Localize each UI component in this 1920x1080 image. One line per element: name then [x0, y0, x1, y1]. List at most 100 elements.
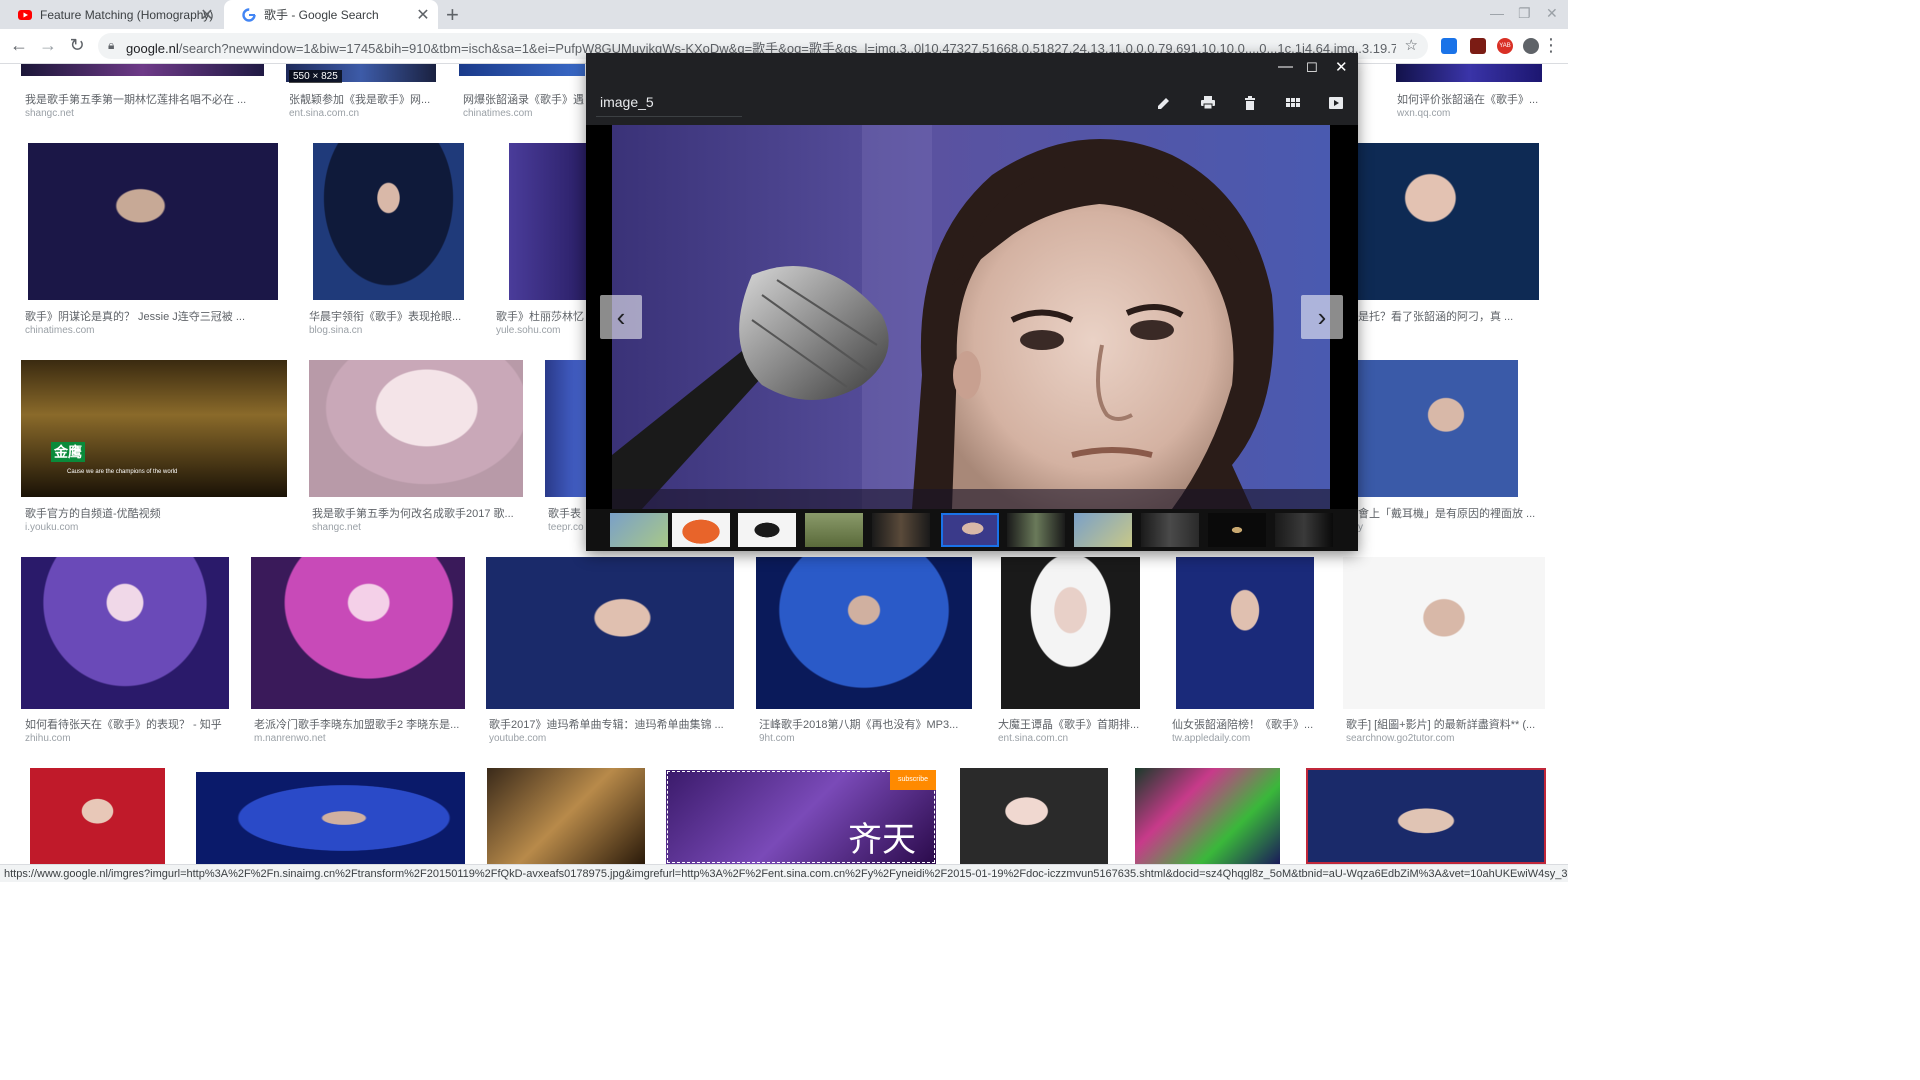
- image-caption[interactable]: 我是歌手第五季为何改名成歌手2017 歌...: [312, 505, 527, 521]
- image-thumbnail[interactable]: [1176, 557, 1314, 709]
- tab-title: 歌手 - Google Search: [264, 8, 379, 22]
- image-caption[interactable]: 歌手》杜丽莎林忆: [496, 308, 585, 324]
- viewer-titlebar[interactable]: — ☐ ✕: [586, 53, 1358, 83]
- strip-thumbnail[interactable]: [872, 513, 930, 547]
- extension-icon-yab[interactable]: YAB: [1497, 38, 1513, 54]
- image-caption[interactable]: 老派冷门歌手李晓东加盟歌手2 李晓东是...: [254, 716, 466, 732]
- lock-icon: 🔒︎: [108, 38, 115, 52]
- back-icon[interactable]: ←: [8, 35, 30, 56]
- print-icon[interactable]: [1200, 95, 1216, 111]
- restore-window-icon[interactable]: ❐: [1518, 5, 1531, 22]
- image-caption[interactable]: 歌手官方的自频道-优酷视频: [25, 505, 265, 521]
- minimize-window-icon[interactable]: —: [1490, 5, 1504, 21]
- extension-icon-1[interactable]: [1441, 38, 1457, 54]
- image-caption[interactable]: 會上「戴耳機」是有原因的裡面放 ...: [1358, 505, 1548, 521]
- image-thumbnail[interactable]: [1358, 360, 1518, 497]
- previous-image-button[interactable]: ‹: [600, 295, 642, 339]
- image-thumbnail[interactable]: 金鹰 Cause we are the champions of the wor…: [21, 360, 287, 497]
- google-icon: [242, 7, 256, 22]
- strip-thumbnail[interactable]: [805, 513, 863, 547]
- status-bar-url: https://www.google.nl/imgres?imgurl=http…: [0, 864, 1568, 882]
- image-caption[interactable]: 网爆张韶涵录《歌手》遇: [463, 91, 585, 107]
- image-caption[interactable]: 歌手] [組圖+影片] 的最新詳盡資料** (...: [1346, 716, 1546, 732]
- image-thumbnail[interactable]: [1306, 768, 1546, 864]
- image-thumbnail[interactable]: [1396, 64, 1542, 82]
- grid-icon[interactable]: [1285, 95, 1301, 111]
- strip-thumbnail[interactable]: [1074, 513, 1132, 547]
- menu-dots-icon[interactable]: ⋮: [1540, 35, 1562, 56]
- image-caption[interactable]: 华晨宇领衔《歌手》表现抢眼...: [309, 308, 469, 324]
- image-caption[interactable]: 歌手表: [548, 505, 586, 521]
- image-source: searchnow.go2tutor.com: [1346, 733, 1455, 744]
- slideshow-icon[interactable]: [1328, 95, 1344, 111]
- image-thumbnail[interactable]: 齐天 subscribe: [666, 770, 936, 864]
- tab-feature-matching[interactable]: Feature Matching (Homography) ✕: [0, 0, 222, 29]
- image-caption[interactable]: 我是歌手第五季第一期林忆莲排名唱不必在 ...: [25, 91, 265, 107]
- edit-icon[interactable]: [1156, 95, 1172, 111]
- strip-thumbnail[interactable]: [1007, 513, 1065, 547]
- new-tab-icon[interactable]: +: [446, 2, 459, 28]
- image-source: tw.appledaily.com: [1172, 733, 1251, 744]
- strip-thumbnail[interactable]: [1208, 513, 1266, 547]
- image-caption[interactable]: 大魔王谭晶《歌手》首期排...: [998, 716, 1148, 732]
- image-thumbnail[interactable]: [313, 143, 464, 300]
- image-thumbnail[interactable]: [960, 768, 1108, 864]
- profile-avatar[interactable]: [1523, 38, 1539, 54]
- strip-thumbnail[interactable]: [1141, 513, 1199, 547]
- image-thumbnail[interactable]: [487, 768, 645, 864]
- image-stage: ‹ ›: [586, 125, 1358, 509]
- bookmark-star-icon[interactable]: ☆: [1405, 36, 1418, 54]
- image-caption[interactable]: 仙女張韶涵陪榜！《歌手》...: [1172, 716, 1322, 732]
- image-source: shangc.net: [312, 522, 361, 533]
- displayed-photo[interactable]: [612, 125, 1330, 509]
- strip-thumbnail[interactable]: [1275, 513, 1333, 547]
- image-caption[interactable]: 歌手》阴谋论是真的？ Jessie J连夺三冠被 ...: [25, 308, 265, 324]
- image-caption[interactable]: 如何看待张天在《歌手》的表现？ - 知乎: [25, 716, 230, 732]
- image-caption[interactable]: 歌手2017》迪玛希单曲专辑：迪玛希单曲集锦 ...: [489, 716, 735, 732]
- image-thumbnail[interactable]: [309, 360, 523, 497]
- close-icon[interactable]: ✕: [1335, 58, 1348, 76]
- image-source: y: [1358, 522, 1363, 533]
- image-thumbnail[interactable]: [251, 557, 465, 709]
- strip-thumbnail[interactable]: [672, 513, 730, 547]
- image-source: youtube.com: [489, 733, 547, 744]
- image-thumbnail[interactable]: [509, 143, 586, 300]
- image-thumbnail[interactable]: [21, 557, 229, 709]
- image-source: shangc.net: [25, 108, 74, 119]
- image-source: blog.sina.cn: [309, 325, 363, 336]
- image-thumbnail[interactable]: [545, 360, 586, 497]
- image-caption[interactable]: 如何评价张韶涵在《歌手》...: [1397, 91, 1547, 107]
- strip-thumbnail[interactable]: [610, 513, 668, 547]
- strip-thumbnail-selected[interactable]: [941, 513, 999, 547]
- image-thumbnail[interactable]: [1135, 768, 1280, 864]
- image-caption[interactable]: 汪峰歌手2018第八期《再也没有》MP3...: [759, 716, 973, 732]
- viewer-title[interactable]: image_5: [600, 94, 654, 110]
- extension-icon-2[interactable]: [1470, 38, 1486, 54]
- tab-google-search[interactable]: 歌手 - Google Search ✕: [224, 0, 438, 29]
- close-tab-icon[interactable]: ✕: [196, 5, 218, 25]
- delete-icon[interactable]: [1242, 95, 1258, 111]
- minimize-icon[interactable]: —: [1278, 58, 1293, 75]
- image-thumbnail[interactable]: [756, 557, 972, 709]
- image-thumbnail[interactable]: [1001, 557, 1140, 709]
- next-image-button[interactable]: ›: [1301, 295, 1343, 339]
- close-window-icon[interactable]: ✕: [1546, 5, 1558, 22]
- image-thumbnail[interactable]: [1343, 557, 1545, 709]
- close-tab-icon[interactable]: ✕: [412, 5, 434, 25]
- maximize-icon[interactable]: ☐: [1306, 60, 1318, 76]
- reload-icon[interactable]: ↻: [66, 35, 88, 56]
- image-thumbnail[interactable]: [486, 557, 734, 709]
- image-source: i.youku.com: [25, 522, 79, 533]
- image-thumbnail[interactable]: [28, 143, 278, 300]
- strip-thumbnail[interactable]: [738, 513, 796, 547]
- image-thumbnail[interactable]: [21, 64, 264, 76]
- image-thumbnail[interactable]: [459, 64, 585, 76]
- image-thumbnail[interactable]: [1358, 143, 1539, 300]
- image-caption[interactable]: 是托？看了张韶涵的阿刁，真 ...: [1358, 308, 1548, 324]
- forward-icon[interactable]: →: [37, 35, 59, 56]
- image-thumbnail[interactable]: [30, 768, 165, 864]
- image-caption[interactable]: 张靓颖参加《我是歌手》网...: [289, 91, 439, 107]
- image-dimensions-badge: 550 × 825: [289, 70, 342, 83]
- image-source: zhihu.com: [25, 733, 71, 744]
- image-thumbnail[interactable]: [196, 772, 465, 864]
